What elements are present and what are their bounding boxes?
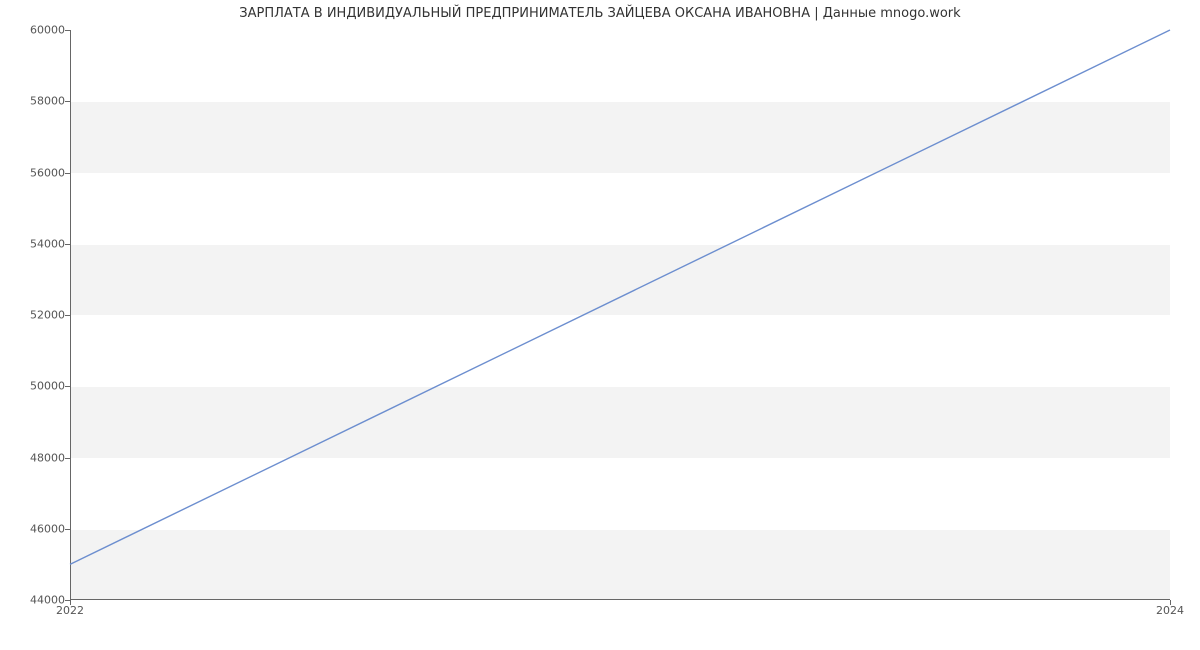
y-tick-label: 46000 [5, 522, 65, 535]
y-tick-label: 48000 [5, 451, 65, 464]
y-tick-mark [65, 315, 70, 316]
y-tick-label: 50000 [5, 380, 65, 393]
chart-title: ЗАРПЛАТА В ИНДИВИДУАЛЬНЫЙ ПРЕДПРИНИМАТЕЛ… [0, 6, 1200, 21]
y-tick-mark [65, 529, 70, 530]
plot-area [70, 30, 1170, 600]
y-tick-mark [65, 173, 70, 174]
y-tick-label: 56000 [5, 166, 65, 179]
y-tick-label: 54000 [5, 237, 65, 250]
x-tick-label: 2022 [56, 604, 84, 617]
y-tick-mark [65, 386, 70, 387]
y-tick-mark [65, 244, 70, 245]
y-tick-label: 60000 [5, 24, 65, 37]
y-gridline [70, 600, 1170, 601]
line-chart: ЗАРПЛАТА В ИНДИВИДУАЛЬНЫЙ ПРЕДПРИНИМАТЕЛ… [0, 0, 1200, 650]
x-tick-label: 2024 [1156, 604, 1184, 617]
y-tick-label: 58000 [5, 95, 65, 108]
data-line [70, 30, 1170, 600]
y-tick-mark [65, 101, 70, 102]
y-tick-mark [65, 30, 70, 31]
y-tick-mark [65, 458, 70, 459]
y-tick-label: 52000 [5, 309, 65, 322]
